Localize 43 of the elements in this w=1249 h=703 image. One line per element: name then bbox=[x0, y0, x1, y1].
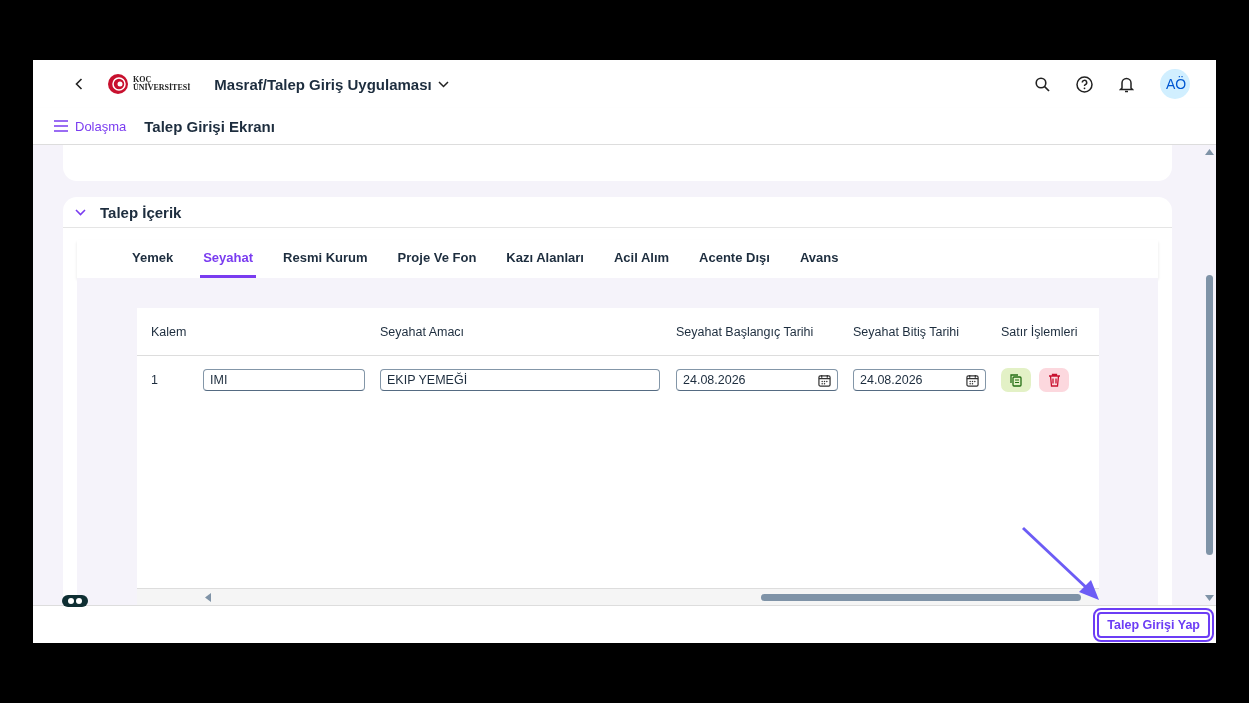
date-field[interactable]: 24.08.2026 bbox=[853, 369, 986, 391]
column-header: Seyahat Başlangıç Tarihi bbox=[675, 324, 815, 339]
trash-icon bbox=[1047, 373, 1061, 387]
tab[interactable]: Acil Alım bbox=[610, 240, 673, 278]
column-header: Seyahat Amacı bbox=[379, 324, 466, 339]
column-header: Satır İşlemleri bbox=[1000, 324, 1079, 339]
page-title: Talep Girişi Ekranı bbox=[144, 117, 275, 135]
help-icon[interactable] bbox=[1076, 75, 1093, 93]
navigation-menu-button[interactable]: Dolaşma bbox=[53, 118, 127, 134]
user-avatar[interactable]: AÖ bbox=[1160, 69, 1190, 99]
back-icon[interactable] bbox=[75, 78, 83, 90]
delete-button[interactable] bbox=[1039, 368, 1069, 392]
scroll-up-icon[interactable] bbox=[1204, 149, 1214, 155]
tab[interactable]: Acente Dışı bbox=[696, 240, 773, 278]
menu-icon bbox=[53, 120, 69, 132]
column-header: Seyahat Bitiş Tarihi bbox=[852, 324, 961, 339]
tab[interactable]: Yemek bbox=[129, 240, 177, 278]
section-title: Talep İçerik bbox=[100, 203, 182, 221]
scroll-down-icon[interactable] bbox=[1204, 595, 1214, 601]
bell-icon[interactable] bbox=[1119, 75, 1134, 93]
copy-icon bbox=[1009, 373, 1023, 387]
calendar-icon[interactable] bbox=[818, 373, 831, 387]
calendar-icon[interactable] bbox=[966, 373, 979, 387]
scroll-left-icon[interactable] bbox=[205, 592, 211, 602]
input-field[interactable]: EKIP YEMEĞİ bbox=[380, 369, 660, 391]
search-icon[interactable] bbox=[1035, 76, 1050, 92]
tab[interactable]: Kazı Alanları bbox=[503, 240, 587, 278]
tab[interactable]: Proje Ve Fon bbox=[394, 240, 480, 278]
logo-text: ÜNİVERSİTESİ bbox=[133, 84, 191, 92]
input-field[interactable]: IMI bbox=[203, 369, 365, 391]
table-cell-text: 1 bbox=[150, 373, 159, 387]
app-title-menu[interactable]: Masraf/Talep Giriş Uygulaması bbox=[214, 75, 449, 93]
vertical-scrollbar[interactable] bbox=[1205, 275, 1213, 555]
column-header: Kalem bbox=[150, 324, 188, 339]
spiral-logo-icon bbox=[107, 73, 129, 95]
chevron-icon[interactable] bbox=[75, 208, 86, 216]
chevron-down-icon bbox=[437, 80, 449, 88]
copy-button[interactable] bbox=[1001, 368, 1031, 392]
tab[interactable]: Resmi Kurum bbox=[280, 240, 371, 278]
horizontal-scrollbar[interactable] bbox=[761, 593, 1081, 601]
date-field[interactable]: 24.08.2026 bbox=[676, 369, 838, 391]
tab[interactable]: Avans bbox=[796, 240, 842, 278]
logo-text: KOÇ bbox=[133, 76, 152, 84]
